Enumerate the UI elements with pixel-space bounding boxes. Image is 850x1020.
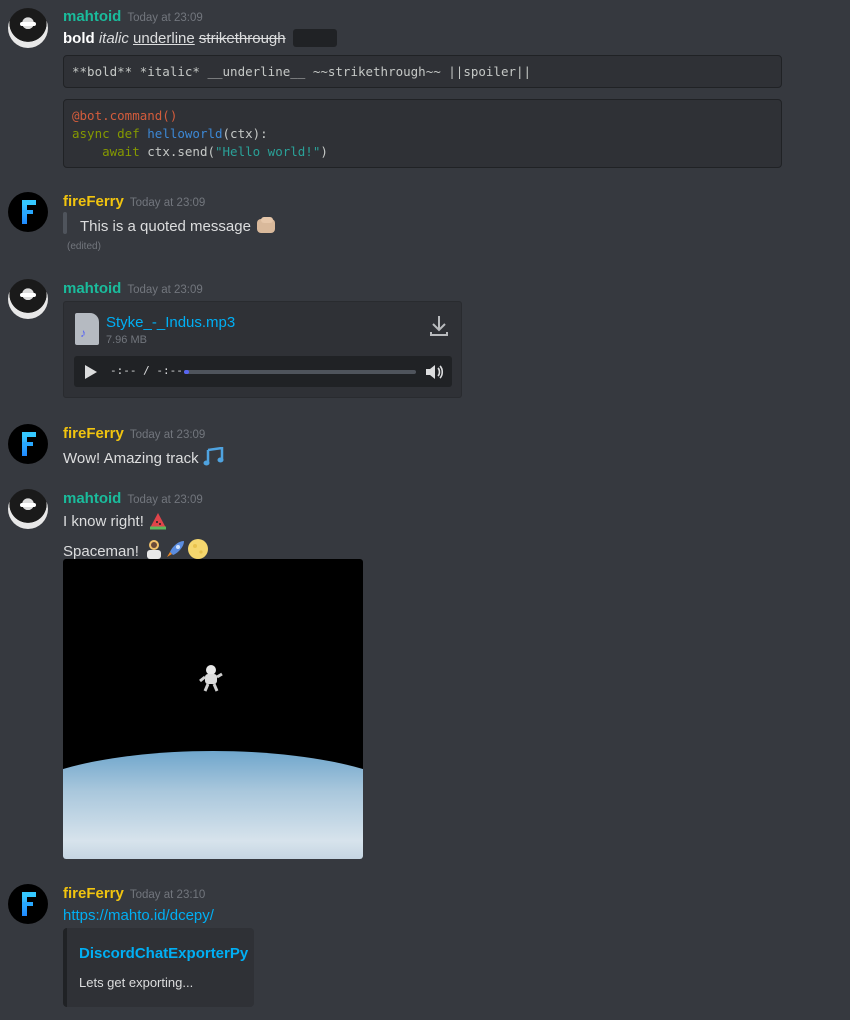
- embed-title[interactable]: DiscordChatExporterPy: [79, 945, 248, 962]
- quote-bar: [63, 212, 67, 234]
- code-line-2: async def helloworld(ctx):: [72, 126, 268, 141]
- username[interactable]: fireFerry: [63, 885, 124, 902]
- music-notes-emoji-icon: [203, 446, 227, 471]
- code-plain: (ctx):: [222, 126, 268, 141]
- markdown-source: **bold** *italic* __underline__ ~~strike…: [72, 64, 532, 79]
- code-plain: ctx.send(: [147, 144, 215, 159]
- underline-text: underline: [133, 30, 195, 47]
- avatar[interactable]: [8, 279, 48, 319]
- message-link[interactable]: https://mahto.id/dcepy/: [63, 907, 214, 924]
- code-line-3: await ctx.send("Hello world!"): [72, 144, 328, 159]
- message-header: mahtoid Today at 23:09: [63, 8, 203, 25]
- embed-description: Lets get exporting...: [79, 975, 194, 990]
- volume-icon[interactable]: [424, 362, 444, 382]
- timestamp: Today at 23:09: [127, 12, 203, 24]
- bold-text: bold: [63, 30, 95, 47]
- spaceman-image[interactable]: [63, 559, 363, 859]
- code-block: @bot.command() async def helloworld(ctx)…: [63, 99, 782, 168]
- download-icon[interactable]: [429, 314, 449, 338]
- hand-emoji-icon: [255, 215, 277, 239]
- message-header: mahtoid Today at 23:09: [63, 490, 203, 507]
- message-content: Wow! Amazing track: [63, 450, 199, 467]
- file-name-link[interactable]: Styke_-_Indus.mp3: [106, 314, 235, 331]
- earth-horizon: [63, 751, 363, 859]
- progress-fill: [184, 370, 189, 374]
- message-text: Wow! Amazing track: [63, 446, 227, 471]
- italic-text: italic: [98, 30, 129, 47]
- message-header: fireFerry Today at 23:10: [63, 885, 205, 902]
- code-keyword: await: [72, 144, 148, 159]
- username[interactable]: mahtoid: [63, 280, 121, 297]
- username[interactable]: fireFerry: [63, 193, 124, 210]
- spoiler[interactable]: [292, 29, 337, 47]
- message-content: Spaceman!: [63, 543, 139, 560]
- username[interactable]: mahtoid: [63, 490, 121, 507]
- message-header: fireFerry Today at 23:09: [63, 193, 205, 210]
- timestamp: Today at 23:09: [127, 284, 203, 296]
- watermelon-emoji-icon: [148, 512, 168, 534]
- player-time: -:-- / -:--: [110, 364, 183, 377]
- message-content: I know right!: [63, 513, 144, 530]
- avatar[interactable]: [8, 8, 48, 48]
- avatar[interactable]: [8, 489, 48, 529]
- quote-text: This is a quoted message: [80, 215, 277, 239]
- inline-code-block: **bold** *italic* __underline__ ~~strike…: [63, 55, 782, 88]
- file-size: 7.96 MB: [106, 334, 147, 346]
- progress-slider[interactable]: [184, 370, 416, 374]
- quote-content: This is a quoted message: [80, 218, 251, 235]
- astronaut-figure: [198, 663, 224, 693]
- link-embed: DiscordChatExporterPy Lets get exporting…: [63, 928, 254, 1007]
- avatar[interactable]: [8, 192, 48, 232]
- code-line-1: @bot.command(): [72, 108, 178, 123]
- message-header: mahtoid Today at 23:09: [63, 280, 203, 297]
- username[interactable]: mahtoid: [63, 8, 121, 25]
- message-header: fireFerry Today at 23:09: [63, 425, 205, 442]
- code-string: "Hello world!": [215, 144, 321, 159]
- timestamp: Today at 23:10: [129, 889, 206, 901]
- formatted-text: bold italic underline strikethrough: [63, 29, 337, 47]
- message-text: I know right!: [63, 512, 168, 534]
- username[interactable]: fireFerry: [63, 425, 124, 442]
- audio-file-icon: ♪: [75, 313, 99, 345]
- timestamp: Today at 23:09: [129, 197, 206, 209]
- timestamp: Today at 23:09: [129, 429, 206, 441]
- timestamp: Today at 23:09: [127, 494, 203, 506]
- play-icon[interactable]: [85, 365, 97, 379]
- avatar[interactable]: [8, 424, 48, 464]
- audio-attachment: ♪ Styke_-_Indus.mp3 7.96 MB -:-- / -:--: [63, 301, 462, 398]
- edited-label: (edited): [67, 241, 101, 252]
- avatar[interactable]: [8, 884, 48, 924]
- audio-player: -:-- / -:--: [74, 356, 452, 387]
- code-plain: ): [320, 144, 328, 159]
- strikethrough-text: strikethrough: [198, 30, 286, 47]
- code-function: helloworld: [147, 126, 223, 141]
- code-keyword: async def: [72, 126, 148, 141]
